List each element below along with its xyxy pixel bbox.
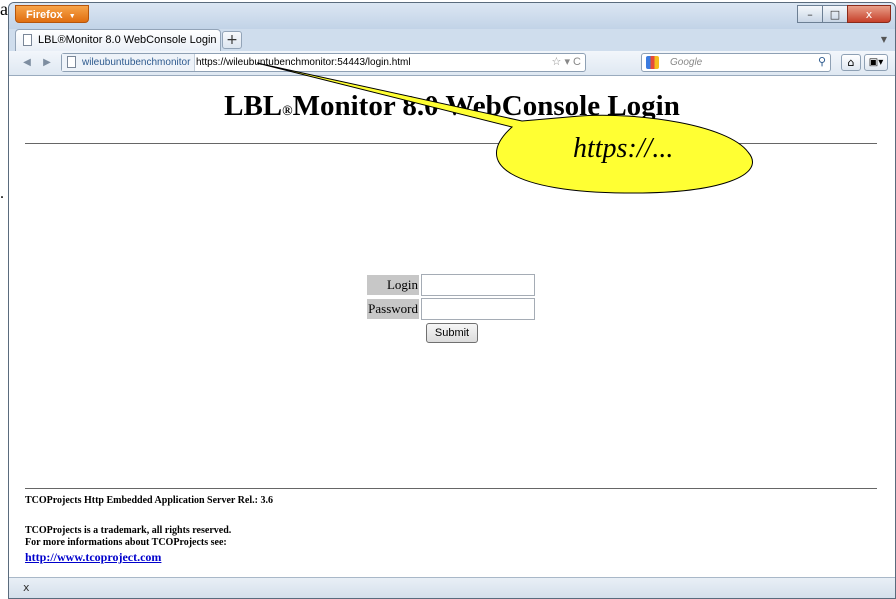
new-tab-button[interactable]: + bbox=[222, 31, 242, 49]
back-arrow-icon[interactable]: ◀ bbox=[17, 54, 37, 71]
tab-login[interactable]: LBL®Monitor 8.0 WebConsole Login bbox=[15, 29, 221, 51]
menu-icon: ▣▾ bbox=[868, 57, 884, 68]
firefox-menu-label: Firefox bbox=[26, 9, 63, 21]
google-icon[interactable] bbox=[646, 56, 659, 69]
status-bar: x bbox=[9, 577, 895, 598]
firefox-menu-button[interactable]: Firefox ▼ bbox=[15, 5, 89, 23]
login-label: Login bbox=[367, 275, 419, 295]
title-main: LBL bbox=[224, 90, 283, 122]
search-bar[interactable]: Google ⚲ bbox=[641, 53, 831, 72]
footer: TCOProjects Http Embedded Application Se… bbox=[25, 495, 273, 565]
page-icon bbox=[67, 56, 76, 68]
bottom-divider bbox=[25, 488, 877, 489]
tcoproject-link[interactable]: http://www.tcoproject.com bbox=[25, 550, 161, 564]
stray-character: a bbox=[0, 0, 8, 19]
info-text: For more informations about TCOProjects … bbox=[25, 537, 227, 548]
submit-button[interactable]: Submit bbox=[426, 323, 478, 343]
login-input[interactable] bbox=[421, 274, 535, 296]
tab-list-chevron-icon[interactable]: ▼ bbox=[881, 35, 887, 44]
close-statusbar-icon[interactable]: x bbox=[23, 581, 30, 594]
page-icon bbox=[23, 34, 32, 46]
minimize-button[interactable]: – bbox=[797, 5, 823, 23]
title-rest: Monitor 8.0 WebConsole Login bbox=[292, 90, 680, 122]
top-divider bbox=[25, 143, 877, 144]
dropdown-arrow-icon: ▼ bbox=[68, 13, 76, 20]
page-title: LBL®Monitor 8.0 WebConsole Login bbox=[9, 90, 895, 123]
url-text[interactable]: https://wileubuntubenchmonitor:54443/log… bbox=[196, 54, 411, 71]
bookmarks-menu-button[interactable]: ▣▾ bbox=[864, 54, 888, 71]
tab-title: LBL®Monitor 8.0 WebConsole Login bbox=[38, 34, 217, 46]
page-content: LBL®Monitor 8.0 WebConsole Login Login P… bbox=[9, 76, 895, 577]
home-icon: ⌂ bbox=[847, 56, 855, 69]
navigation-toolbar: ◀ ▶ wileubuntubenchmonitor https://wileu… bbox=[9, 51, 895, 76]
window-controls: – □ x bbox=[797, 5, 891, 23]
browser-window: Firefox ▼ – □ x LBL®Monitor 8.0 WebConso… bbox=[8, 2, 896, 599]
password-label: Password bbox=[367, 299, 419, 319]
address-bar[interactable]: wileubuntubenchmonitor https://wileubunt… bbox=[61, 53, 586, 72]
stray-dot: . bbox=[0, 185, 4, 202]
tab-bar: LBL®Monitor 8.0 WebConsole Login + ▼ bbox=[9, 27, 895, 51]
maximize-button[interactable]: □ bbox=[822, 5, 848, 23]
home-button[interactable]: ⌂ bbox=[841, 54, 861, 71]
site-identity-button[interactable]: wileubuntubenchmonitor bbox=[62, 54, 196, 71]
nav-buttons: ◀ ▶ bbox=[17, 54, 59, 71]
site-identity-label: wileubuntubenchmonitor bbox=[82, 57, 191, 68]
server-info: TCOProjects Http Embedded Application Se… bbox=[25, 495, 273, 506]
forward-arrow-icon[interactable]: ▶ bbox=[37, 54, 57, 71]
registered-mark: ® bbox=[282, 104, 293, 119]
trademark-text: TCOProjects is a trademark, all rights r… bbox=[25, 525, 232, 536]
callout-text: https://... bbox=[573, 133, 674, 164]
search-icon[interactable]: ⚲ bbox=[818, 54, 826, 71]
close-button[interactable]: x bbox=[847, 5, 891, 23]
url-controls[interactable]: ☆ ▾ C bbox=[552, 54, 581, 71]
search-placeholder: Google bbox=[670, 57, 703, 68]
title-bar: Firefox ▼ – □ x bbox=[9, 3, 895, 29]
password-input[interactable] bbox=[421, 298, 535, 320]
